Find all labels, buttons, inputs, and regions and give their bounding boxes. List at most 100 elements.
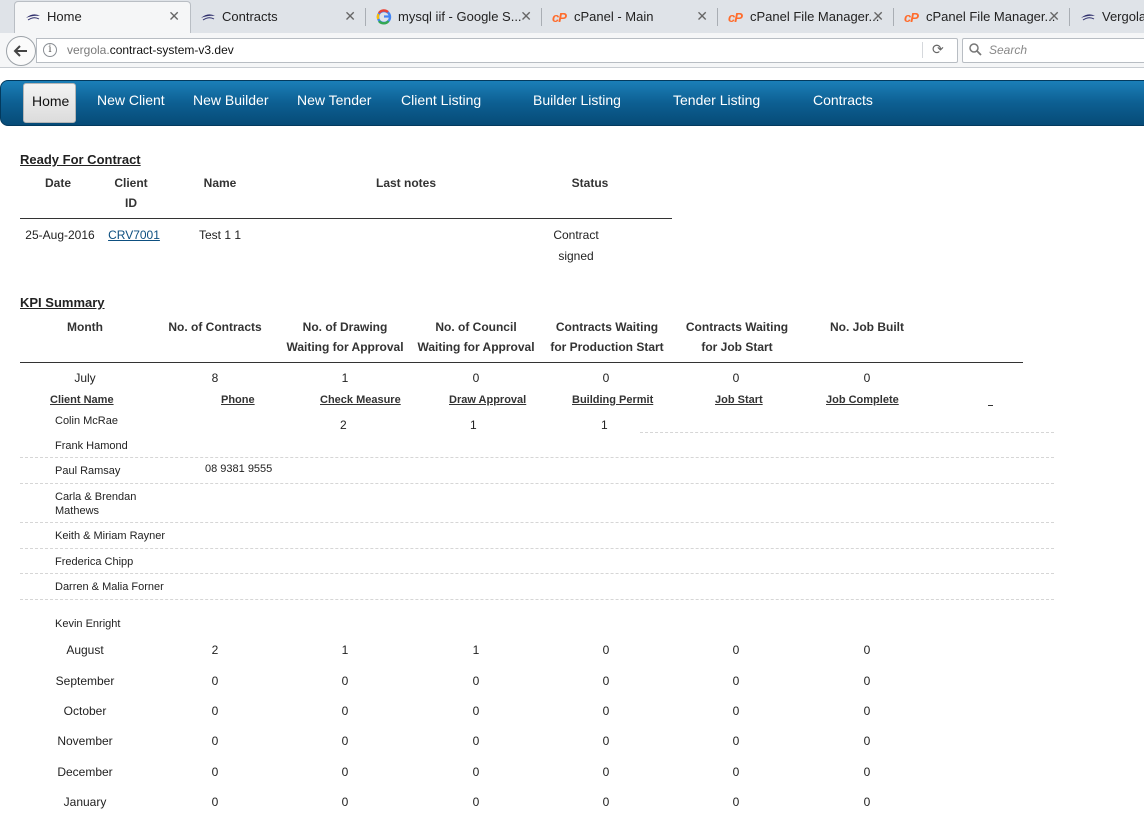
browser-tab-cpanel-filemanager-2[interactable]: cP cPanel File Manager... ✕ bbox=[894, 2, 1070, 32]
contracts-count: 8 bbox=[211, 371, 219, 385]
month-label: July bbox=[74, 371, 96, 385]
drawing-waiting-count: 0 bbox=[341, 795, 349, 809]
client-name: Frederica Chipp bbox=[55, 556, 134, 568]
nav-builder-listing[interactable]: Builder Listing bbox=[533, 92, 621, 108]
vergola-icon bbox=[1080, 10, 1096, 24]
browser-tab-vergola[interactable]: Vergola bbox=[1070, 2, 1144, 32]
close-icon[interactable]: ✕ bbox=[168, 8, 180, 25]
close-icon[interactable]: ✕ bbox=[344, 8, 356, 25]
row-divider bbox=[20, 457, 1054, 458]
nav-tender-listing[interactable]: Tender Listing bbox=[673, 92, 760, 108]
row-divider bbox=[20, 548, 1054, 549]
col-header-drawing-waiting: No. of Drawing Waiting for Approval bbox=[286, 320, 404, 354]
job-start-waiting-count: 0 bbox=[732, 371, 740, 385]
contracts-count: 0 bbox=[211, 734, 219, 748]
tab-title: cPanel File Manager... bbox=[926, 9, 1056, 24]
production-waiting-count: 0 bbox=[602, 795, 610, 809]
col-header-job-built: No. Job Built bbox=[830, 320, 904, 334]
col-header-client-id: Client ID bbox=[114, 176, 148, 210]
detail-header-job-start[interactable]: Job Start bbox=[715, 394, 763, 406]
nav-new-tender[interactable]: New Tender bbox=[297, 92, 371, 108]
detail-header-draw-approval[interactable]: Draw Approval bbox=[449, 394, 526, 406]
council-waiting-count: 0 bbox=[472, 704, 480, 718]
council-waiting-count: 0 bbox=[472, 674, 480, 688]
col-header-production-waiting: Contracts Waiting for Production Start bbox=[550, 320, 664, 354]
search-input[interactable]: Search bbox=[962, 38, 1144, 63]
divider bbox=[922, 42, 923, 58]
month-label: October bbox=[63, 704, 107, 718]
contracts-count: 2 bbox=[211, 643, 219, 657]
browser-tab-cpanel-main[interactable]: cP cPanel - Main ✕ bbox=[542, 2, 718, 32]
col-header-month: Month bbox=[67, 320, 103, 334]
col-header-council-waiting: No. of Council Waiting for Approval bbox=[417, 320, 535, 354]
nav-contracts[interactable]: Contracts bbox=[813, 92, 873, 108]
search-icon bbox=[969, 43, 982, 56]
job-start-waiting-count: 0 bbox=[732, 765, 740, 779]
job-start-waiting-count: 0 bbox=[732, 795, 740, 809]
browser-tab-contracts[interactable]: Contracts ✕ bbox=[190, 2, 366, 32]
tab-title: cPanel File Manager... bbox=[750, 9, 880, 24]
job-built-count: 0 bbox=[863, 643, 871, 657]
row-divider bbox=[20, 483, 1054, 484]
detail-header-building-permit[interactable]: Building Permit bbox=[572, 394, 653, 406]
main-navigation: Home New Client New Builder New Tender C… bbox=[0, 80, 1144, 126]
col-header-last-notes: Last notes bbox=[375, 176, 436, 190]
tab-title: cPanel - Main bbox=[574, 9, 654, 24]
drawing-waiting-count: 0 bbox=[341, 704, 349, 718]
cell-name: Test 1 1 bbox=[198, 228, 242, 242]
phone-number: 08 9381 9555 bbox=[205, 463, 273, 475]
nav-label: Home bbox=[32, 93, 70, 109]
detail-header-check-measure[interactable]: Check Measure bbox=[320, 394, 401, 406]
url-text[interactable]: vergola.contract-system-v3.dev bbox=[67, 43, 234, 57]
info-icon[interactable]: i bbox=[43, 43, 57, 57]
job-built-count: 0 bbox=[863, 734, 871, 748]
detail-header-phone[interactable]: Phone bbox=[221, 394, 255, 406]
close-icon[interactable]: ✕ bbox=[1048, 8, 1060, 25]
close-icon[interactable]: ✕ bbox=[696, 8, 708, 25]
row-divider bbox=[20, 522, 1054, 523]
building-permit-count: 1 bbox=[601, 418, 608, 432]
client-id-link[interactable]: CRV7001 bbox=[108, 228, 160, 242]
council-waiting-count: 0 bbox=[472, 765, 480, 779]
close-icon[interactable]: ✕ bbox=[872, 8, 884, 25]
cpanel-icon: cP bbox=[904, 10, 919, 25]
job-built-count: 0 bbox=[863, 674, 871, 688]
browser-tab-cpanel-filemanager-1[interactable]: cP cPanel File Manager... ✕ bbox=[718, 2, 894, 32]
address-bar[interactable]: i vergola.contract-system-v3.dev ⟳ bbox=[36, 38, 958, 63]
nav-client-listing[interactable]: Client Listing bbox=[401, 92, 481, 108]
job-start-waiting-count: 0 bbox=[732, 734, 740, 748]
nav-new-client[interactable]: New Client bbox=[97, 92, 165, 108]
job-built-count: 0 bbox=[863, 795, 871, 809]
header-divider bbox=[20, 218, 672, 219]
month-label: January bbox=[63, 795, 107, 809]
browser-tab-home[interactable]: Home ✕ bbox=[14, 1, 191, 34]
client-name: Frank Hamond bbox=[55, 440, 128, 452]
contracts-count: 0 bbox=[211, 765, 219, 779]
kpi-summary-title: KPI Summary bbox=[20, 295, 105, 310]
tab-title: Home bbox=[47, 9, 82, 24]
production-waiting-count: 0 bbox=[602, 371, 610, 385]
kpi-header-divider bbox=[20, 362, 1023, 363]
month-label: September bbox=[55, 674, 115, 688]
back-button[interactable] bbox=[6, 36, 36, 66]
production-waiting-count: 0 bbox=[602, 765, 610, 779]
check-measure-count: 2 bbox=[340, 418, 347, 432]
production-waiting-count: 0 bbox=[602, 734, 610, 748]
col-header-date: Date bbox=[44, 176, 71, 190]
cell-client-id: CRV7001 bbox=[104, 225, 164, 246]
contracts-count: 0 bbox=[211, 795, 219, 809]
drawing-waiting-count: 1 bbox=[341, 371, 349, 385]
close-icon[interactable]: ✕ bbox=[520, 8, 532, 25]
detail-header-client-name[interactable]: Client Name bbox=[50, 394, 114, 406]
reload-icon[interactable]: ⟳ bbox=[932, 41, 944, 58]
nav-home[interactable]: Home bbox=[23, 83, 76, 123]
client-name: Kevin Enright bbox=[55, 618, 121, 630]
council-waiting-count: 0 bbox=[472, 371, 480, 385]
browser-tab-google[interactable]: mysql iif - Google S... ✕ bbox=[366, 2, 542, 32]
job-built-count: 0 bbox=[863, 765, 871, 779]
detail-header-job-complete[interactable]: Job Complete bbox=[826, 394, 899, 406]
tab-title: mysql iif - Google S... bbox=[398, 9, 522, 24]
month-label: November bbox=[57, 734, 113, 748]
client-name: Darren & Malia Forner bbox=[55, 581, 164, 593]
nav-new-builder[interactable]: New Builder bbox=[193, 92, 268, 108]
